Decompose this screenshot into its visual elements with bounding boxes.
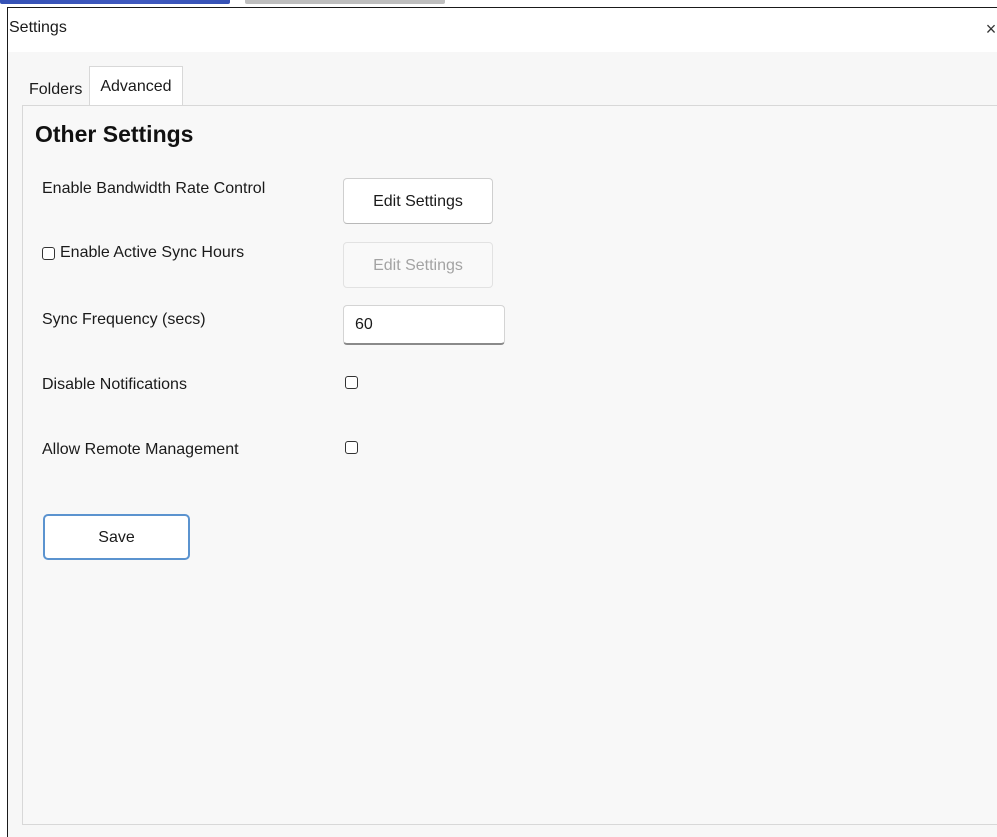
settings-dialog: Settings × Folders Advanced Other Settin… <box>7 7 997 837</box>
sync-frequency-label: Sync Frequency (secs) <box>42 311 206 328</box>
advanced-panel: Other Settings Enable Bandwidth Rate Con… <box>22 106 997 825</box>
tab-folders[interactable]: Folders <box>22 74 89 106</box>
background-heading-fragment <box>0 0 230 4</box>
window-title: Settings <box>9 19 67 36</box>
remote-management-label: Allow Remote Management <box>42 441 239 458</box>
close-icon[interactable]: × <box>982 14 997 44</box>
active-sync-hours-checkbox[interactable] <box>42 246 55 260</box>
save-button[interactable]: Save <box>43 514 190 560</box>
disable-notifications-label: Disable Notifications <box>42 376 187 393</box>
tab-strip: Folders Advanced <box>22 66 183 106</box>
bandwidth-rate-control-label: Enable Bandwidth Rate Control <box>42 180 266 197</box>
section-title: Other Settings <box>35 121 194 147</box>
active-sync-hours-option[interactable]: Enable Active Sync Hours <box>42 244 244 262</box>
tab-advanced[interactable]: Advanced <box>89 66 183 106</box>
remote-management-checkbox[interactable] <box>345 441 358 454</box>
sync-frequency-input[interactable] <box>343 305 505 345</box>
title-bar: Settings × <box>8 8 997 52</box>
active-sync-hours-label: Enable Active Sync Hours <box>60 244 245 261</box>
bandwidth-edit-settings-button[interactable]: Edit Settings <box>343 178 493 224</box>
active-sync-edit-settings-button: Edit Settings <box>343 242 493 288</box>
disable-notifications-checkbox[interactable] <box>345 376 358 389</box>
background-text-fragment <box>245 0 445 4</box>
